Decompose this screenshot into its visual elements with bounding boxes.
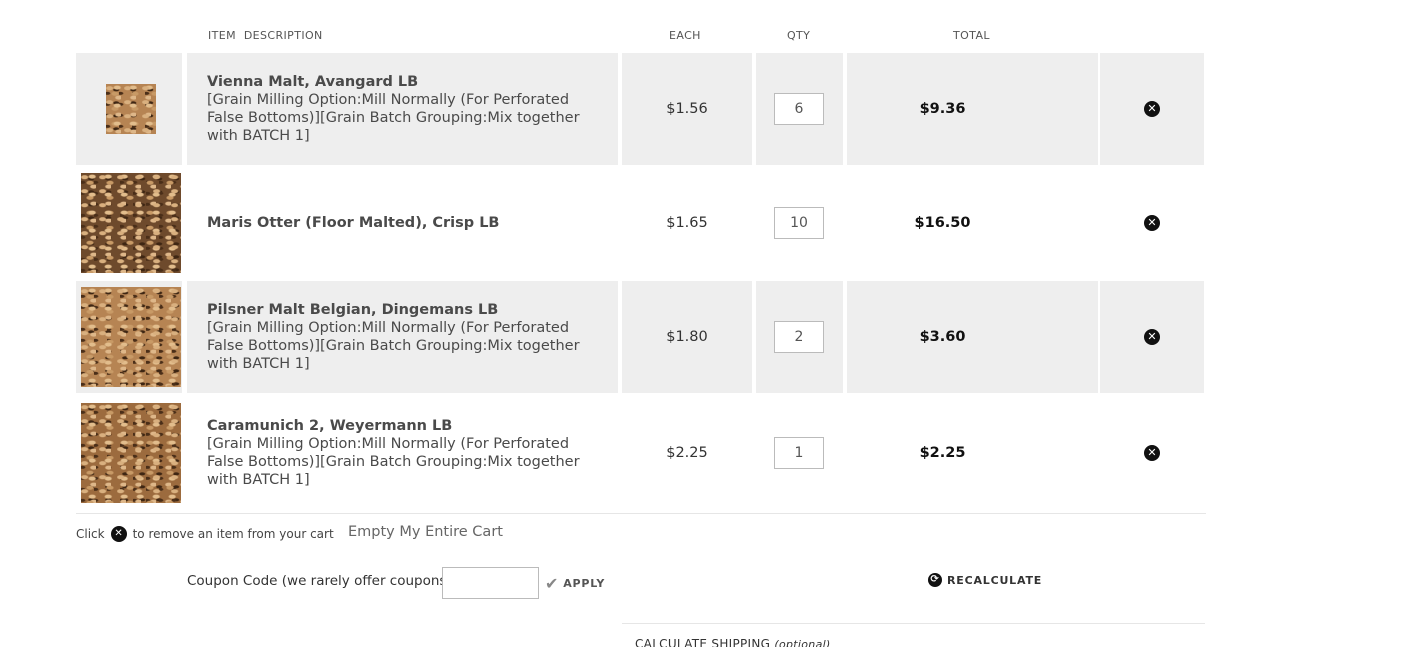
item-description: Vienna Malt, Avangard LB [Grain Milling … [207,73,604,145]
apply-label: APPLY [563,577,606,590]
item-total-cell: $16.50 [847,167,1098,279]
item-description: Caramunich 2, Weyermann LB [Grain Millin… [207,417,604,489]
item-each-cell: $2.25 [622,397,752,509]
recalculate-button[interactable]: ⟳ RECALCULATE [928,573,1042,587]
item-description-cell: Vienna Malt, Avangard LB [Grain Milling … [187,53,618,165]
item-qty-cell [756,397,843,509]
remove-item-close-icon[interactable]: ✕ [1144,101,1160,117]
recalculate-label: RECALCULATE [947,573,1043,587]
item-name[interactable]: Vienna Malt, Avangard LB [207,73,604,91]
cart-row: Pilsner Malt Belgian, Dingemans LB [Grai… [76,281,1204,393]
item-each-price: $2.25 [666,445,708,461]
header-each: EACH [669,29,701,42]
item-qty-cell [756,53,843,165]
item-name[interactable]: Caramunich 2, Weyermann LB [207,417,604,435]
close-circle-icon: ✕ [110,526,127,542]
cart-row: Vienna Malt, Avangard LB [Grain Milling … [76,53,1204,165]
shipping-note: (optional) [774,638,831,647]
remove-hint: Click ✕ to remove an item from your cart [76,526,334,542]
checkmark-icon: ✔ [545,574,560,593]
coupon-input[interactable] [442,567,539,599]
grain-photo[interactable] [106,84,156,134]
header-total: TOTAL [953,29,990,42]
item-image-cell [76,281,182,393]
item-total: $16.50 [914,215,971,231]
item-each-price: $1.80 [666,329,708,345]
item-description-cell: Pilsner Malt Belgian, Dingemans LB [Grai… [187,281,618,393]
item-each-cell: $1.80 [622,281,752,393]
item-each-cell: $1.65 [622,167,752,279]
item-total: $2.25 [919,445,966,461]
refresh-icon: ⟳ [928,573,942,587]
item-total-cell: $9.36 [847,53,1098,165]
hint-prefix: Click [76,527,105,541]
item-total-cell: $3.60 [847,281,1098,393]
grain-photo[interactable] [81,287,181,387]
cart-divider [76,513,1206,514]
quantity-input[interactable] [774,93,824,125]
item-name[interactable]: Pilsner Malt Belgian, Dingemans LB [207,301,604,319]
item-total-cell: $2.25 [847,397,1098,509]
item-image-cell [76,397,182,509]
cart-row: Caramunich 2, Weyermann LB [Grain Millin… [76,397,1204,509]
item-remove-cell: ✕ [1100,167,1204,279]
item-total: $3.60 [919,329,966,345]
quantity-input[interactable] [774,437,824,469]
item-options: [Grain Milling Option:Mill Normally (For… [207,436,580,488]
item-options: [Grain Milling Option:Mill Normally (For… [207,92,580,144]
item-each-cell: $1.56 [622,53,752,165]
header-item-description: ITEM DESCRIPTION [208,29,323,42]
header-qty: QTY [787,29,811,42]
apply-coupon-button[interactable]: ✔ APPLY [545,574,605,593]
item-qty-cell [756,167,843,279]
calculate-shipping-heading: CALCULATE SHIPPING (optional) [635,637,831,647]
shipping-divider [622,623,1205,624]
header-item: ITEM [208,29,237,42]
item-description-cell: Caramunich 2, Weyermann LB [Grain Millin… [187,397,618,509]
item-each-price: $1.56 [666,101,708,117]
hint-suffix: to remove an item from your cart [132,527,334,541]
grain-photo[interactable] [81,173,181,273]
empty-cart-link[interactable]: Empty My Entire Cart [348,524,503,540]
item-options: [Grain Milling Option:Mill Normally (For… [207,320,580,372]
header-description: DESCRIPTION [243,29,323,42]
item-remove-cell: ✕ [1100,397,1204,509]
item-qty-cell [756,281,843,393]
item-description: Pilsner Malt Belgian, Dingemans LB [Grai… [207,301,604,373]
item-name[interactable]: Maris Otter (Floor Malted), Crisp LB [207,214,604,232]
item-total: $9.36 [919,101,966,117]
remove-item-close-icon[interactable]: ✕ [1144,445,1160,461]
item-description: Maris Otter (Floor Malted), Crisp LB [207,214,604,232]
cart-row: Maris Otter (Floor Malted), Crisp LB $1.… [76,167,1204,279]
item-remove-cell: ✕ [1100,53,1204,165]
quantity-input[interactable] [774,207,824,239]
coupon-label: Coupon Code (we rarely offer coupons) [187,573,452,589]
item-remove-cell: ✕ [1100,281,1204,393]
remove-item-close-icon[interactable]: ✕ [1144,215,1160,231]
item-description-cell: Maris Otter (Floor Malted), Crisp LB [187,167,618,279]
remove-item-close-icon[interactable]: ✕ [1144,329,1160,345]
item-image-cell [76,53,182,165]
quantity-input[interactable] [774,321,824,353]
shipping-label: CALCULATE SHIPPING [635,637,771,647]
item-image-cell [76,167,182,279]
grain-photo[interactable] [81,403,181,503]
item-each-price: $1.65 [666,215,708,231]
